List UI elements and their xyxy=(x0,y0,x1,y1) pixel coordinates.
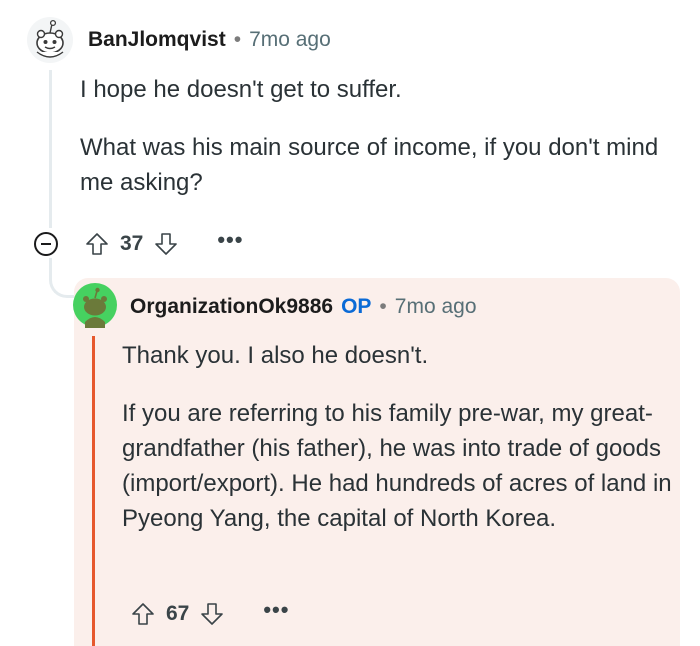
comment-body: I hope he doesn't get to suffer. What wa… xyxy=(80,72,680,223)
more-options-button[interactable]: ••• xyxy=(263,599,289,621)
vote-score: 67 xyxy=(166,602,190,625)
comment-meta: BanJlomqvist • 7mo ago xyxy=(88,28,331,52)
comment-paragraph: If you are referring to his family pre-w… xyxy=(122,400,672,532)
username-link[interactable]: OrganizationOk9886 xyxy=(130,295,333,318)
comment-paragraph: What was his main source of income, if y… xyxy=(80,134,659,196)
upvote-icon[interactable] xyxy=(84,231,110,257)
user-avatar[interactable] xyxy=(26,16,74,64)
separator-dot: • xyxy=(233,28,242,51)
snoo-avatar-icon xyxy=(73,283,117,328)
vote-control: 37 xyxy=(84,231,179,257)
comment-meta: OrganizationOk9886 OP • 7mo ago xyxy=(130,295,477,319)
comment-actions: 37 ••• xyxy=(34,226,243,262)
vote-control: 67 xyxy=(130,601,225,627)
username-link[interactable]: BanJlomqvist xyxy=(88,28,226,51)
separator-dot: • xyxy=(379,295,387,318)
comment-paragraph: Thank you. I also he doesn't. xyxy=(122,342,429,369)
thread-line[interactable] xyxy=(92,336,95,646)
comment-body: Thank you. I also he doesn't. If you are… xyxy=(122,338,678,559)
op-badge: OP xyxy=(341,295,372,318)
vote-score: 37 xyxy=(120,232,144,255)
more-options-button[interactable]: ••• xyxy=(217,229,243,251)
upvote-icon[interactable] xyxy=(130,601,156,627)
user-avatar[interactable] xyxy=(72,282,118,328)
comment-actions: 67 ••• xyxy=(130,596,289,632)
snoo-avatar-icon xyxy=(27,17,73,63)
downvote-icon[interactable] xyxy=(153,231,179,257)
timestamp[interactable]: 7mo ago xyxy=(249,28,331,51)
thread-line[interactable] xyxy=(49,70,52,228)
collapse-thread-button[interactable] xyxy=(34,232,58,256)
comment-paragraph: I hope he doesn't get to suffer. xyxy=(80,76,402,103)
downvote-icon[interactable] xyxy=(199,601,225,627)
timestamp[interactable]: 7mo ago xyxy=(395,295,477,318)
